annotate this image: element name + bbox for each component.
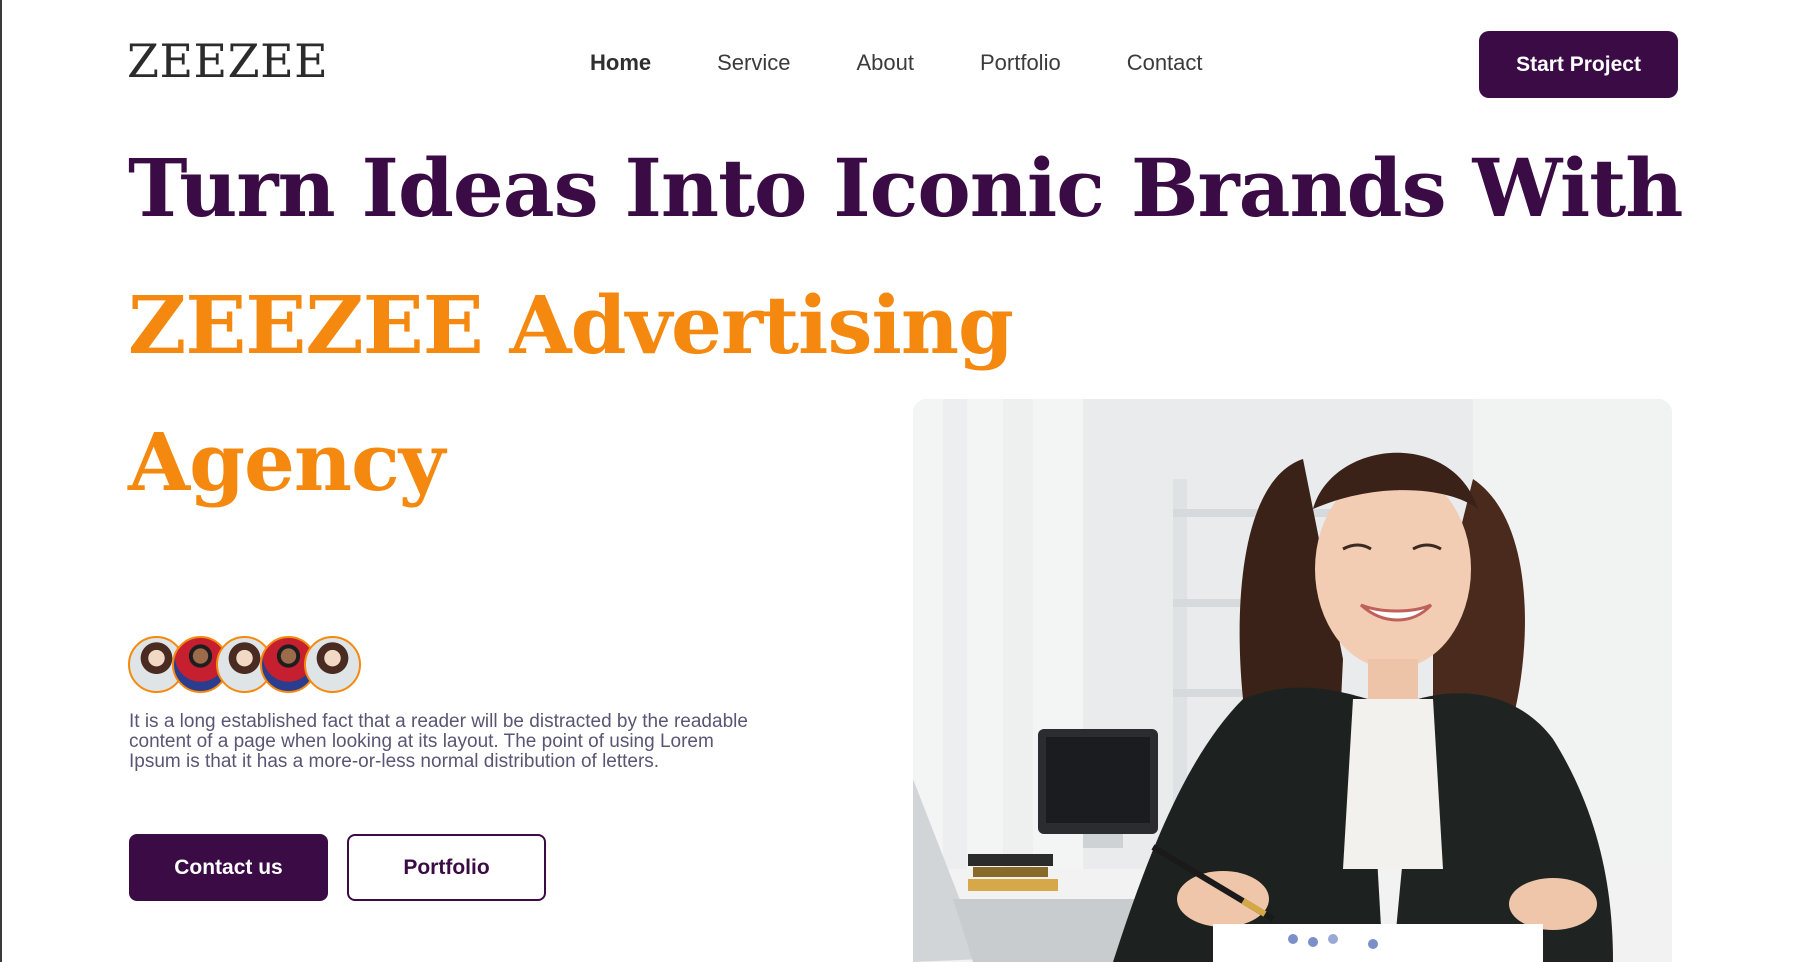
portfolio-button[interactable]: Portfolio bbox=[347, 834, 546, 901]
nav-item-service[interactable]: Service bbox=[717, 50, 790, 76]
nav-item-portfolio[interactable]: Portfolio bbox=[980, 50, 1061, 76]
nav-item-about[interactable]: About bbox=[856, 50, 914, 76]
hero-photo-illustration bbox=[913, 399, 1672, 962]
nav-item-contact[interactable]: Contact bbox=[1127, 50, 1203, 76]
contact-us-button[interactable]: Contact us bbox=[129, 834, 328, 901]
logo[interactable]: ZEEZEE bbox=[127, 34, 328, 88]
headline-line-2: ZEEZEE Advertising bbox=[128, 278, 1014, 372]
start-project-button[interactable]: Start Project bbox=[1479, 31, 1678, 98]
avatar-group bbox=[128, 636, 361, 693]
headline-line-1: Turn Ideas Into Iconic Brands With bbox=[128, 141, 1683, 235]
hero-description: It is a long established fact that a rea… bbox=[129, 711, 748, 772]
avatar bbox=[304, 636, 361, 693]
hero-photo bbox=[913, 399, 1672, 962]
nav-item-home[interactable]: Home bbox=[590, 50, 651, 76]
main-nav: Home Service About Portfolio Contact bbox=[590, 50, 1203, 76]
page-left-border bbox=[0, 0, 2, 962]
